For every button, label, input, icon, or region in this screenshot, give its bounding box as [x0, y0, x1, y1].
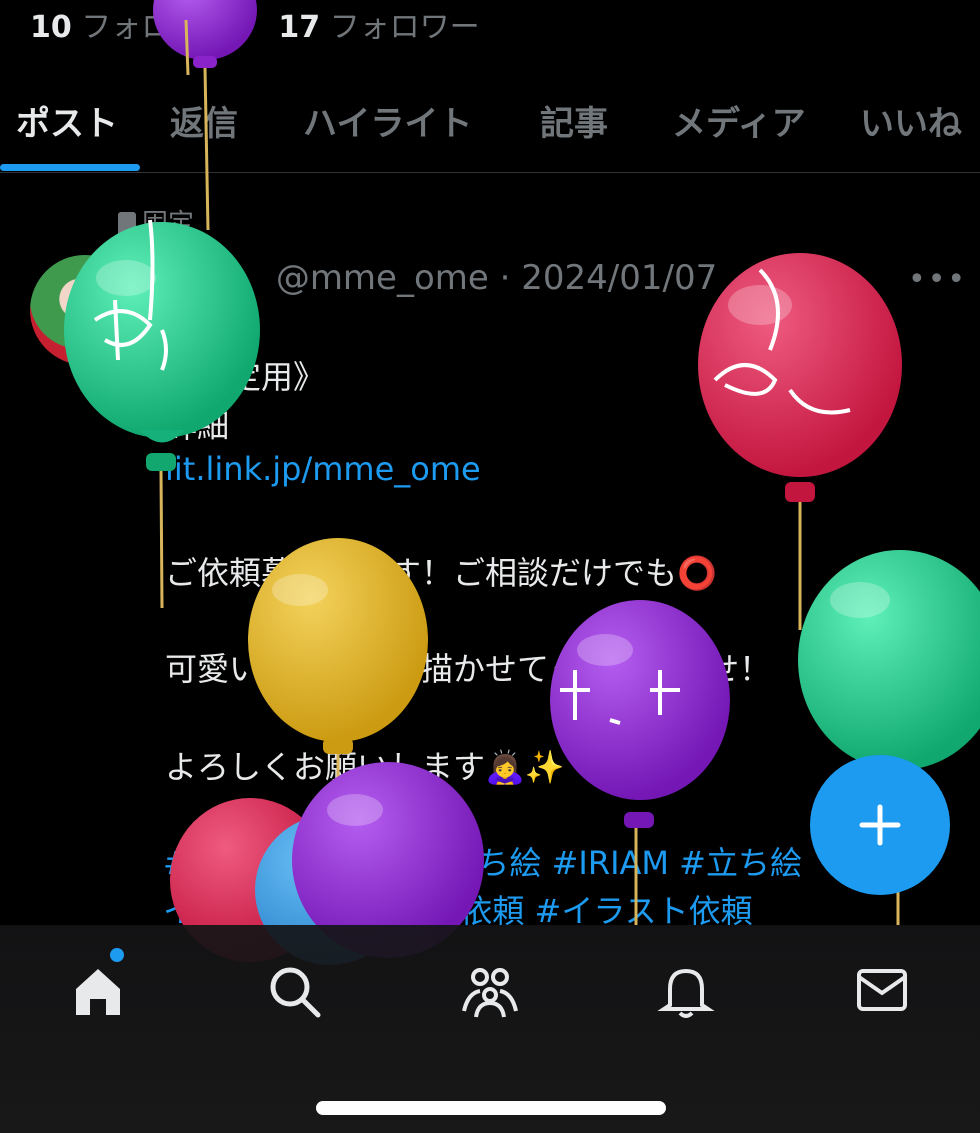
post-text-line: 可愛い女の子沢山描かせてくださいませ！: [165, 650, 772, 688]
active-tab-indicator: [0, 164, 140, 171]
tab-posts[interactable]: ポスト: [16, 96, 118, 145]
handle-line: @66: [165, 302, 234, 337]
nav-home[interactable]: [68, 961, 128, 1021]
post-text-line: 詳細: [165, 407, 230, 445]
nav-communities[interactable]: [460, 961, 520, 1021]
following-stat[interactable]: 10 フォロー中: [30, 10, 231, 45]
communities-icon: [462, 968, 518, 1018]
compose-button[interactable]: [810, 755, 950, 895]
nav-search[interactable]: [264, 961, 324, 1021]
post-header: 藻前。 @mme_ome · 2024/01/07: [163, 250, 717, 299]
search-icon: [270, 967, 321, 1018]
home-indicator[interactable]: [316, 1101, 666, 1115]
post-text-line: 《固定用》: [165, 358, 326, 396]
profile-tabs: ポスト 返信 ハイライト 記事 メディア いいね: [0, 78, 980, 173]
pinned-indicator: 固定: [118, 203, 194, 240]
avatar[interactable]: [30, 255, 140, 365]
red-balloon-right: [698, 253, 902, 630]
post-date[interactable]: 2024/01/07: [521, 258, 717, 298]
tab-articles[interactable]: 記事: [540, 96, 608, 145]
followers-stat[interactable]: 17 フォロワー: [278, 10, 479, 45]
post-link[interactable]: lit.link.jp/mme_ome: [165, 450, 481, 488]
meta-separator: ·: [499, 258, 511, 298]
nav-notifications[interactable]: [656, 961, 716, 1021]
home-notification-dot: [110, 948, 124, 962]
post-text-line: ご依頼募集中です！ご相談だけでも⭕: [165, 554, 717, 592]
pin-icon: [118, 212, 136, 234]
more-icon[interactable]: •••: [908, 262, 967, 297]
post-text-line: よろしくお願いします🙇‍♀️✨: [165, 748, 565, 786]
username[interactable]: @mme_ome: [276, 258, 489, 298]
tab-media[interactable]: メディア: [672, 96, 806, 145]
tab-likes[interactable]: いいね: [860, 96, 962, 145]
tab-replies[interactable]: 返信: [170, 96, 238, 145]
display-name[interactable]: 藻前。: [163, 258, 265, 298]
nav-messages[interactable]: [852, 961, 912, 1021]
mail-icon: [857, 969, 907, 1011]
bell-icon: [657, 968, 715, 1018]
home-icon: [76, 969, 120, 1015]
tab-highlights[interactable]: ハイライト: [303, 96, 472, 145]
plus-icon: [859, 804, 901, 846]
profile-stats: 10 フォロー中 17 フォロワー: [30, 2, 480, 46]
post-hashtags[interactable]: #有償依頼 #IRIAM立ち絵 #IRIAM #立ち絵: [163, 838, 802, 884]
